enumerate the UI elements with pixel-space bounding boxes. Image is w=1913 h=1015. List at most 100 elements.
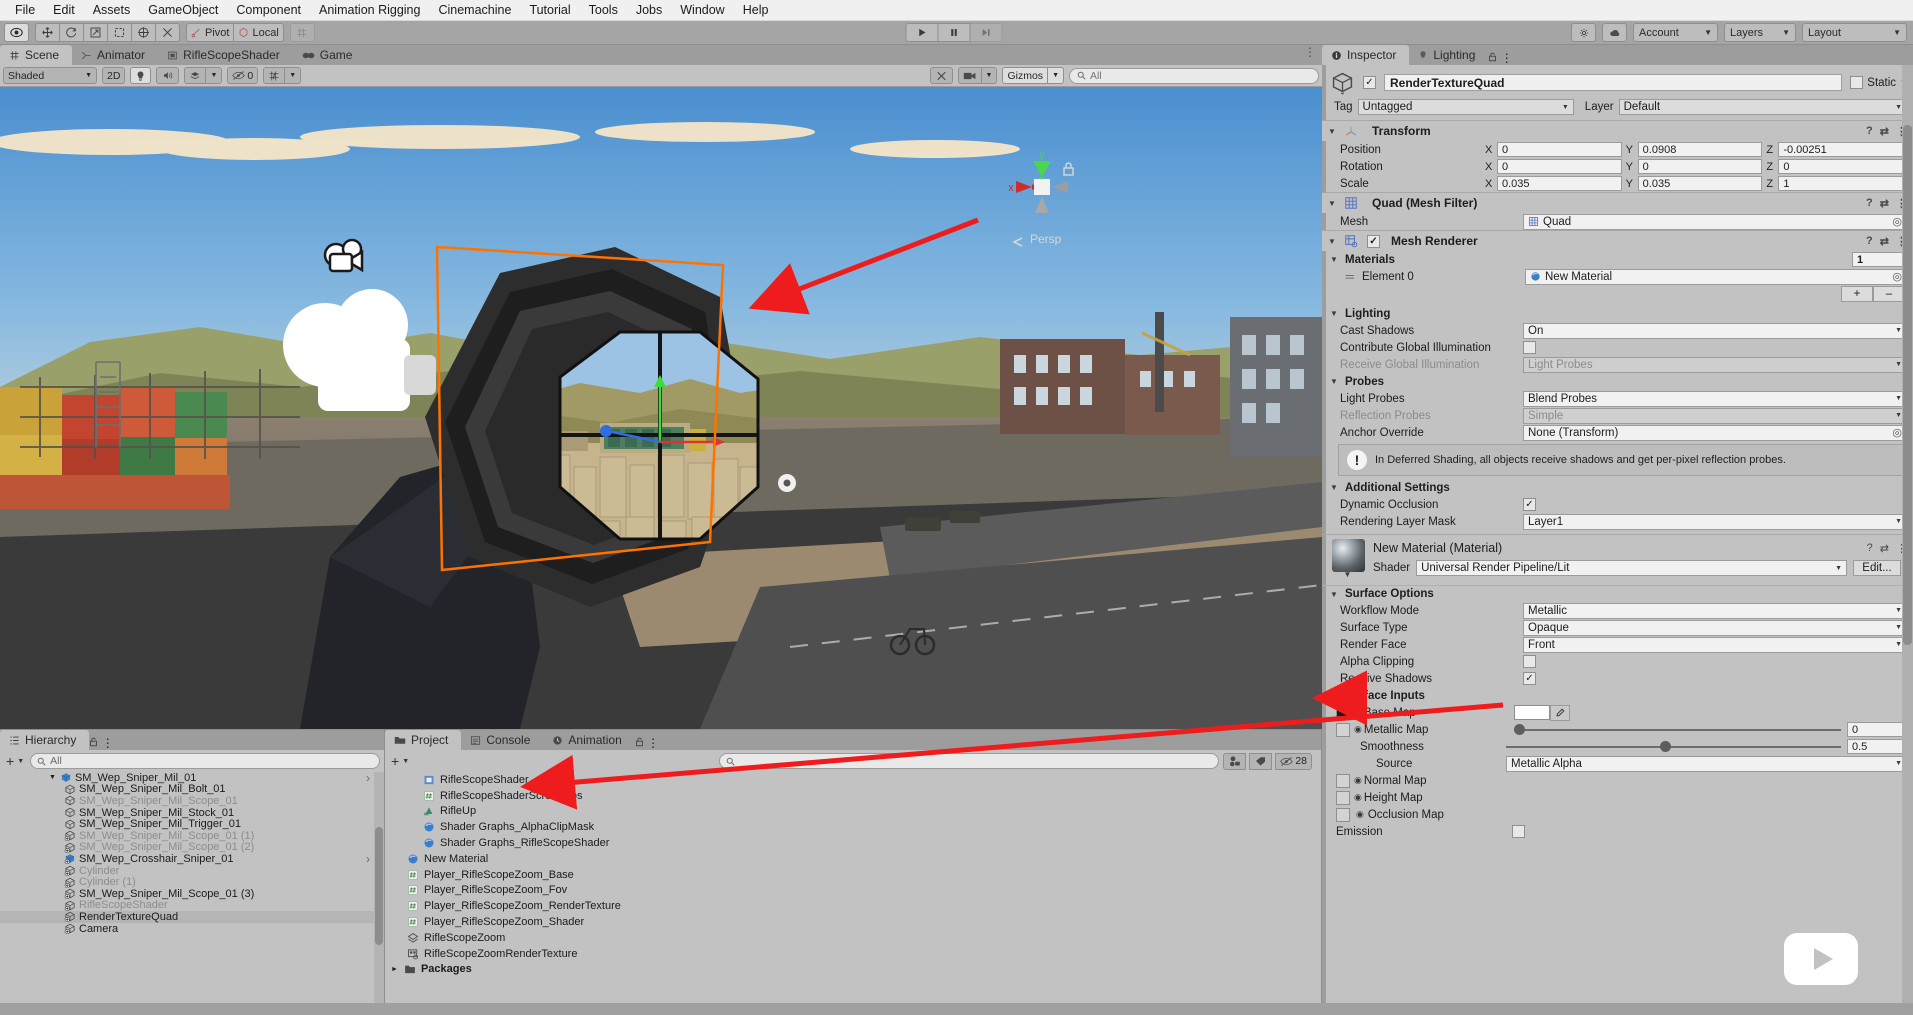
- hierarchy-item[interactable]: SM_Wep_Sniper_Mil_Scope_01: [0, 795, 384, 807]
- scene-lighting-icon[interactable]: [130, 67, 152, 84]
- hierarchy-item[interactable]: SM_Wep_Sniper_Mil_Stock_01: [0, 807, 384, 819]
- gameobject-enabled-checkbox[interactable]: ✓: [1363, 76, 1376, 89]
- project-item[interactable]: ► Packages: [385, 962, 1321, 978]
- transform-position-z-input[interactable]: -0.00251: [1778, 142, 1904, 157]
- menu-item-help[interactable]: Help: [734, 0, 778, 21]
- rendering-layer-mask-dropdown[interactable]: Layer1 ▼: [1523, 513, 1907, 530]
- source-dropdown[interactable]: Metallic Alpha ▼: [1506, 755, 1907, 772]
- foldout-arrow-icon[interactable]: ▼: [1330, 255, 1340, 264]
- project-item[interactable]: Player_RifleScopeZoom_Base: [385, 867, 1321, 883]
- tab-console[interactable]: Console: [461, 730, 543, 750]
- scene-camera-dropdown[interactable]: ▼: [980, 67, 998, 84]
- account-dropdown[interactable]: Account ▼: [1633, 23, 1718, 42]
- occlusion-map-texture-slot[interactable]: [1336, 807, 1350, 822]
- tab-hierarchy[interactable]: Hierarchy: [0, 730, 90, 750]
- menu-item-jobs[interactable]: Jobs: [627, 0, 671, 21]
- surface-inputs-section[interactable]: ▼ Surface Inputs: [1322, 687, 1913, 704]
- prefab-open-chevron-icon[interactable]: ›: [366, 772, 370, 785]
- prefab-open-chevron-icon[interactable]: ›: [366, 852, 370, 866]
- materials-section[interactable]: ▼ Materials 1: [1322, 251, 1913, 268]
- tab-animator[interactable]: Animator: [72, 45, 158, 65]
- light-probes-dropdown[interactable]: Blend Probes ▼: [1523, 390, 1907, 407]
- menu-item-file[interactable]: File: [6, 0, 44, 21]
- hierarchy-item[interactable]: Camera: [0, 923, 384, 935]
- project-item[interactable]: RifleScopeShader: [385, 772, 1321, 788]
- menu-item-window[interactable]: Window: [671, 0, 733, 21]
- metallic-value-input[interactable]: 0: [1847, 722, 1907, 737]
- kebab-menu-icon[interactable]: ⋮: [1501, 51, 1513, 65]
- shader-dropdown[interactable]: Universal Render Pipeline/Lit ▼: [1416, 560, 1847, 576]
- scene-hidden-objects-toggle[interactable]: 0: [227, 67, 259, 84]
- hierarchy-item[interactable]: SM_Wep_Sniper_Mil_Scope_01 (1): [0, 830, 384, 842]
- lock-icon[interactable]: [1488, 52, 1497, 62]
- scene-camera-icon[interactable]: [957, 67, 982, 84]
- menu-item-tutorial[interactable]: Tutorial: [520, 0, 579, 21]
- foldout-arrow-icon[interactable]: ►: [391, 966, 398, 973]
- project-item[interactable]: Player_RifleScopeZoom_RenderTexture: [385, 898, 1321, 914]
- foldout-arrow-icon[interactable]: ▼: [1330, 377, 1340, 386]
- preset-icon[interactable]: ⇄: [1880, 542, 1889, 555]
- kebab-menu-icon[interactable]: ⋮: [102, 736, 114, 750]
- step-button[interactable]: [969, 23, 1002, 42]
- smoothness-slider[interactable]: [1506, 739, 1841, 754]
- foldout-arrow-icon[interactable]: ▼: [1330, 590, 1340, 599]
- preset-icon[interactable]: ⇄: [1880, 197, 1889, 210]
- pivot-toggle-button[interactable]: Pivot: [186, 23, 235, 42]
- mesh-filter-component-header[interactable]: ▼ Quad (Mesh Filter) ?⇄⋮: [1322, 192, 1913, 213]
- help-icon[interactable]: ?: [1866, 197, 1873, 210]
- transform-rotation-x-input[interactable]: 0: [1497, 159, 1622, 174]
- hierarchy-item[interactable]: SM_Wep_Crosshair_Sniper_01 ›: [0, 852, 384, 866]
- hierarchy-item[interactable]: Cylinder (1): [0, 876, 384, 888]
- project-item[interactable]: Shader Graphs_AlphaClipMask: [385, 819, 1321, 835]
- tab-lighting[interactable]: Lighting: [1409, 45, 1488, 65]
- tab-animation[interactable]: Animation: [543, 730, 634, 750]
- preset-icon[interactable]: ⇄: [1880, 125, 1889, 138]
- scene-search-input[interactable]: All: [1069, 67, 1319, 84]
- scene-fx-icon[interactable]: [184, 67, 207, 84]
- base-map-color-swatch[interactable]: [1513, 705, 1550, 720]
- materials-count-input[interactable]: 1: [1852, 252, 1907, 267]
- transform-position-y-input[interactable]: 0.0908: [1637, 142, 1763, 157]
- project-item[interactable]: RifleScopeShaderScreenPos: [385, 788, 1321, 804]
- hierarchy-scrollbar-thumb[interactable]: [375, 827, 383, 945]
- foldout-arrow-icon[interactable]: ▼: [1328, 127, 1338, 136]
- property-toggle-icon[interactable]: ◉: [1354, 707, 1362, 718]
- shader-edit-button[interactable]: Edit...: [1853, 560, 1901, 576]
- hand-tool-button[interactable]: [4, 23, 29, 42]
- add-material-button[interactable]: +: [1841, 286, 1873, 302]
- metallic-map-texture-slot[interactable]: [1336, 722, 1350, 737]
- layer-dropdown[interactable]: Default ▼: [1618, 99, 1907, 115]
- base-map-texture-slot[interactable]: [1336, 705, 1350, 720]
- hierarchy-item[interactable]: SM_Wep_Sniper_Mil_Scope_01 (3): [0, 888, 384, 900]
- menu-item-gameobject[interactable]: GameObject: [139, 0, 227, 21]
- mesh-object-field[interactable]: Quad ◎: [1523, 213, 1907, 230]
- lighting-section[interactable]: ▼ Lighting: [1322, 305, 1913, 322]
- help-icon[interactable]: ?: [1866, 235, 1873, 248]
- tab-inspector[interactable]: Inspector: [1322, 45, 1410, 65]
- transform-tool-button[interactable]: [131, 23, 156, 42]
- cast-shadows-dropdown[interactable]: On ▼: [1523, 322, 1907, 339]
- layout-dropdown[interactable]: Layout ▼: [1802, 23, 1907, 42]
- metallic-slider[interactable]: [1513, 722, 1841, 737]
- property-toggle-icon[interactable]: ◉: [1356, 809, 1364, 820]
- gameobject-name-input[interactable]: RenderTextureQuad: [1384, 74, 1843, 91]
- project-filter-type-icon[interactable]: [1223, 752, 1247, 770]
- hierarchy-item[interactable]: Cylinder: [0, 865, 384, 877]
- property-toggle-icon[interactable]: ◉: [1354, 724, 1362, 735]
- inspector-scrollbar-thumb[interactable]: [1903, 125, 1912, 645]
- hierarchy-item[interactable]: RenderTextureQuad: [0, 911, 384, 923]
- object-picker-icon[interactable]: ◎: [1892, 426, 1902, 439]
- foldout-arrow-icon[interactable]: ▼: [49, 774, 56, 781]
- collab-icon[interactable]: [1571, 23, 1596, 42]
- hierarchy-item[interactable]: ▼ SM_Wep_Sniper_Mil_01 ›: [0, 772, 384, 785]
- project-item[interactable]: RifleScopeZoomRenderTexture: [385, 946, 1321, 962]
- material-object-field[interactable]: New Material ◎: [1525, 268, 1907, 285]
- scene-viewport[interactable]: y x Persp: [0, 87, 1322, 729]
- alpha-clipping-checkbox[interactable]: ✓: [1523, 655, 1536, 668]
- hierarchy-item[interactable]: SM_Wep_Sniper_Mil_Trigger_01: [0, 818, 384, 830]
- scene-fx-dropdown[interactable]: ▼: [205, 67, 223, 84]
- project-add-button[interactable]: + ▼: [389, 753, 411, 769]
- pause-button[interactable]: [937, 23, 970, 42]
- receive-shadows-checkbox[interactable]: ✓: [1523, 672, 1536, 685]
- cloud-icon[interactable]: [1602, 23, 1627, 42]
